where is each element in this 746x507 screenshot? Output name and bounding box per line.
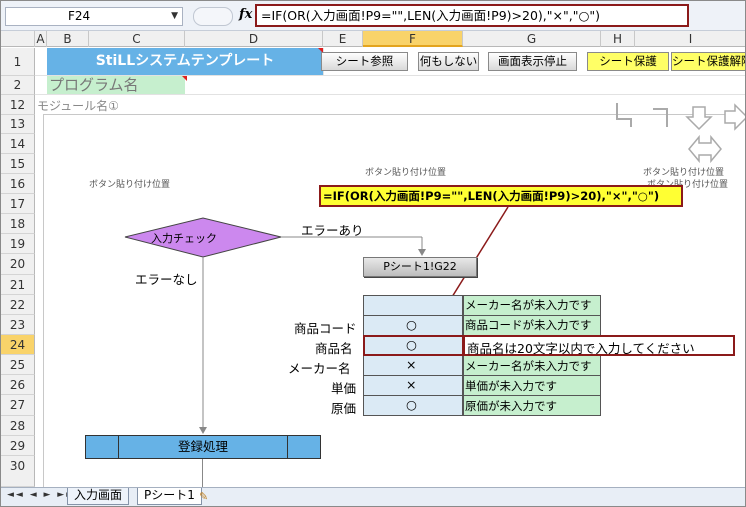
row-label: メーカー名 [288,361,351,376]
branch-ok-label: エラーなし [135,272,198,287]
mark-cell[interactable]: ○ [406,317,417,332]
tab-input-screen[interactable]: 入力画面 [67,488,130,505]
message-cell[interactable]: 単価が未入力です [465,378,557,394]
insert-sheet-icon[interactable]: ✎ [199,490,217,504]
row-label: 原価 [331,401,357,416]
sheet-tab-bar: ◄◄ ◄ ► ►► 入力画面 Pシート1 ✎ [1,487,745,506]
excel-window: F24 ▼ fx =IF(OR(入力画面!P9="",LEN(入力画面!P9)>… [0,0,746,507]
message-cell[interactable]: 原価が未入力です [465,398,557,414]
row-label: 商品名 [315,341,353,356]
table-divider [363,375,601,376]
sheet-jump-button[interactable]: Pシート1!G22 [363,257,477,277]
message-header: メーカー名が未入力です [465,298,592,312]
tab-scroll-arrows-icon[interactable]: ◄◄ ◄ ► ►► [7,490,75,500]
mark-cell[interactable]: ○ [406,337,417,352]
process-label: 登録処理 [177,439,228,454]
sheet-jump-label: Pシート1!G22 [383,260,457,273]
message-cell[interactable]: メーカー名が未入力です [465,358,592,374]
tab-p-sheet-1[interactable]: Pシート1 [137,488,202,505]
process-box: 登録処理 [85,435,321,459]
arrowhead-icon [418,249,426,256]
decision-label: 入力チェック [151,232,217,245]
connector-line [202,459,203,487]
formula-callout: =IF(OR(入力画面!P9="",LEN(入力画面!P9)>20),"×","… [319,185,683,207]
mark-cell[interactable]: × [406,377,416,392]
row-label: 単価 [331,381,357,396]
mark-cell[interactable]: × [406,357,416,372]
row-label: 商品コード [294,321,357,336]
branch-error-label: エラーあり [301,223,364,238]
mark-cell[interactable]: ○ [406,397,417,412]
table-divider [363,315,601,316]
arrowhead-icon [199,427,207,434]
message-cell[interactable]: 商品名は20文字以内で入力してください [467,338,695,357]
table-divider [363,395,601,396]
message-cell[interactable]: 商品コードが未入力です [465,317,592,333]
